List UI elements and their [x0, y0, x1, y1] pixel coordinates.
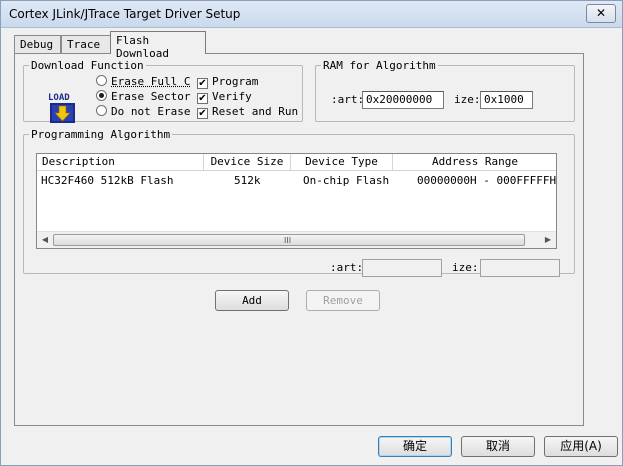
remove-button[interactable]: Remove	[306, 290, 380, 311]
tab-flash-download[interactable]: Flash Download	[110, 31, 206, 60]
verify-checkbox[interactable]: ✔ Verify	[197, 90, 252, 104]
radio-indicator	[96, 105, 107, 116]
program-label: Program	[212, 75, 259, 88]
verify-label: Verify	[212, 90, 252, 103]
program-checkbox[interactable]: ✔ Program	[197, 75, 258, 89]
column-device-size[interactable]: Device Size	[204, 154, 291, 171]
erase-sector-radio[interactable]: Erase Sector	[96, 90, 190, 103]
reset-and-run-checkbox[interactable]: ✔ Reset and Run	[197, 105, 298, 119]
checkmark-icon: ✔	[197, 93, 208, 104]
row-address-range: 00000000H - 000FFFFFH	[417, 174, 557, 187]
column-description[interactable]: Description	[37, 154, 204, 171]
apply-button[interactable]: 应用(A)	[544, 436, 618, 457]
erase-sector-label: Erase Sector	[111, 90, 191, 103]
checkmark-icon: ✔	[197, 78, 208, 89]
reset-and-run-label: Reset and Run	[212, 105, 299, 118]
column-device-type[interactable]: Device Type	[291, 154, 393, 171]
add-button[interactable]: Add	[215, 290, 289, 311]
scroll-left-icon[interactable]: ◀	[38, 234, 52, 246]
algo-start-input[interactable]	[362, 259, 442, 277]
algorithm-list[interactable]: Description Device Size Device Type Addr…	[36, 153, 557, 249]
ram-for-algorithm-legend: RAM for Algorithm	[323, 59, 436, 72]
load-icon-text: LOAD	[48, 93, 70, 103]
ram-for-algorithm-group: RAM for Algorithm :art: 0x20000000 ize: …	[315, 59, 575, 122]
row-device-size: 512k	[234, 174, 261, 187]
close-icon: ✕	[595, 6, 607, 20]
row-description: HC32F460 512kB Flash	[41, 174, 174, 187]
ram-size-input[interactable]: 0x1000	[480, 91, 533, 109]
do-not-erase-label: Do not Erase	[111, 105, 191, 118]
radio-indicator	[96, 75, 107, 86]
flash-download-panel: Download Function LOAD Erase Full C Eras…	[14, 53, 584, 426]
algo-size-label: ize:	[452, 261, 479, 274]
do-not-erase-radio[interactable]: Do not Erase	[96, 105, 190, 118]
algo-start-label: :art:	[330, 261, 364, 274]
row-device-type: On-chip Flash	[303, 174, 390, 187]
tab-debug[interactable]: Debug	[14, 35, 61, 53]
tab-debug-label: Debug	[20, 38, 54, 51]
close-button[interactable]: ✕	[586, 4, 616, 23]
tab-flash-download-label: Flash Download	[116, 34, 169, 60]
scrollbar-grip: III	[284, 236, 292, 245]
ram-start-input[interactable]: 0x20000000	[362, 91, 444, 109]
erase-full-chip-radio[interactable]: Erase Full C	[96, 75, 190, 88]
horizontal-scrollbar[interactable]: ◀ III ▶	[37, 231, 556, 248]
scrollbar-thumb[interactable]: III	[53, 234, 525, 246]
dialog-window: Cortex JLink/JTrace Target Driver Setup …	[0, 0, 623, 466]
download-function-group: Download Function LOAD Erase Full C Eras…	[23, 59, 303, 123]
tab-trace[interactable]: Trace	[61, 35, 111, 53]
download-function-legend: Download Function	[31, 59, 144, 72]
radio-indicator-selected	[96, 90, 107, 101]
cancel-button[interactable]: 取消	[461, 436, 535, 457]
column-address-range[interactable]: Address Range	[393, 154, 556, 171]
list-header: Description Device Size Device Type Addr…	[37, 154, 556, 171]
scroll-right-icon[interactable]: ▶	[541, 234, 555, 246]
checkmark-icon: ✔	[197, 108, 208, 119]
window-title: Cortex JLink/JTrace Target Driver Setup	[9, 7, 241, 21]
tab-trace-label: Trace	[67, 38, 101, 51]
title-bar: Cortex JLink/JTrace Target Driver Setup …	[1, 1, 622, 28]
programming-algorithm-legend: Programming Algorithm	[31, 128, 171, 141]
algo-size-input[interactable]	[480, 259, 560, 277]
programming-algorithm-group: Programming Algorithm Description Device…	[23, 128, 575, 277]
ram-size-label: ize:	[454, 93, 481, 106]
table-row[interactable]: HC32F460 512kB Flash 512k On-chip Flash …	[37, 173, 557, 189]
erase-full-chip-label: Erase Full C	[111, 75, 191, 88]
ram-start-label: :art:	[331, 93, 365, 106]
load-icon: LOAD	[46, 90, 80, 126]
ok-button[interactable]: 确定	[378, 436, 452, 457]
